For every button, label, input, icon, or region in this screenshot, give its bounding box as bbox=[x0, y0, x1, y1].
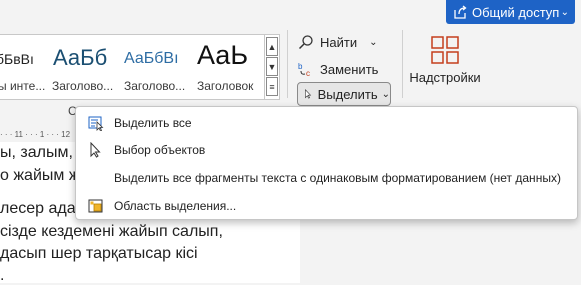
find-label: Найти bbox=[320, 34, 358, 50]
select-label: Выделить bbox=[317, 86, 378, 102]
style-item[interactable]: АаБбВı Заголово... bbox=[122, 35, 188, 99]
style-sample: АаЬ bbox=[197, 40, 249, 70]
style-name: Заголовок bbox=[197, 79, 254, 93]
replace-label: Заменить bbox=[320, 61, 379, 77]
menu-item-select-all[interactable]: Выделить все bbox=[76, 110, 577, 136]
svg-text:b: b bbox=[298, 62, 303, 71]
selection-pane-icon bbox=[88, 199, 103, 213]
chevron-down-icon: ⌄ bbox=[369, 36, 378, 48]
scroll-down-button[interactable]: ▼ bbox=[266, 57, 278, 76]
chevron-down-icon: ⌄ bbox=[560, 6, 569, 18]
menu-item-label: Выделить все фрагменты текста с одинаков… bbox=[114, 171, 561, 185]
ruler: · · · 11 · · · 1 · · · 12 bbox=[0, 128, 75, 142]
document-line: ы, залым, т bbox=[0, 144, 85, 161]
select-dropdown-menu: Выделить все Выбор объектов Выделить все… bbox=[75, 106, 578, 220]
style-sample: АаБб bbox=[53, 45, 108, 70]
search-icon bbox=[298, 35, 313, 50]
addins-button[interactable]: Надстройки bbox=[404, 30, 486, 100]
styles-gallery: бБвВı ы инте... АаБб Заголово... АаБбВı … bbox=[0, 34, 266, 100]
menu-item-label: Выделить все bbox=[114, 116, 192, 130]
select-all-icon bbox=[88, 116, 104, 131]
share-button[interactable]: Общий доступ ⌄ bbox=[446, 0, 575, 24]
style-sample: АаБбВı bbox=[124, 50, 179, 67]
menu-item-selection-pane[interactable]: Область выделения... bbox=[76, 193, 577, 219]
document-line: лесер адам bbox=[0, 200, 87, 217]
style-sample: бБвВı bbox=[0, 51, 34, 67]
menu-item-label: Выбор объектов bbox=[114, 143, 206, 157]
menu-item-label: Область выделения... bbox=[114, 199, 237, 213]
style-name: ы инте... bbox=[0, 79, 46, 93]
style-item[interactable]: бБвВı ы инте... bbox=[0, 35, 46, 99]
share-icon bbox=[454, 5, 467, 19]
replace-icon: b c bbox=[298, 62, 310, 77]
pointer-icon bbox=[305, 89, 312, 99]
select-button[interactable]: Выделить ⌄ bbox=[297, 82, 391, 106]
style-name: Заголово... bbox=[52, 79, 114, 93]
chevron-down-icon: ⌄ bbox=[381, 88, 390, 100]
menu-item-select-similar-formatting[interactable]: Выделить все фрагменты текста с одинаков… bbox=[76, 165, 577, 191]
group-separator bbox=[402, 30, 403, 98]
document-line: . bbox=[0, 267, 5, 284]
addins-label: Надстройки bbox=[409, 70, 481, 85]
menu-item-select-objects[interactable]: Выбор объектов bbox=[76, 137, 577, 163]
addins-icon bbox=[431, 36, 459, 64]
select-objects-icon bbox=[90, 142, 101, 158]
replace-button[interactable]: b c Заменить bbox=[298, 58, 378, 80]
scroll-up-button[interactable]: ▲ bbox=[266, 37, 278, 56]
editing-group: Найти ⌄ b c Заменить Выделить ⌄ bbox=[296, 30, 400, 110]
document-line: сізде кездемені жайып салып, bbox=[0, 223, 223, 240]
gallery-scroll: ▲ ▼ ≡ bbox=[264, 34, 280, 100]
style-name: Заголово... bbox=[124, 79, 186, 93]
find-button[interactable]: Найти ⌄ bbox=[298, 31, 378, 53]
gallery-more-button[interactable]: ≡ bbox=[266, 77, 278, 96]
style-item[interactable]: АаБб Заголово... bbox=[50, 35, 118, 99]
style-item[interactable]: АаЬ Заголовок bbox=[194, 35, 262, 99]
group-separator bbox=[287, 30, 288, 98]
document-line: о жайым ж bbox=[0, 167, 80, 184]
share-label: Общий доступ bbox=[472, 4, 560, 20]
svg-text:c: c bbox=[306, 69, 310, 77]
document-line: дасып шер тарқатысар кісі bbox=[0, 245, 198, 262]
